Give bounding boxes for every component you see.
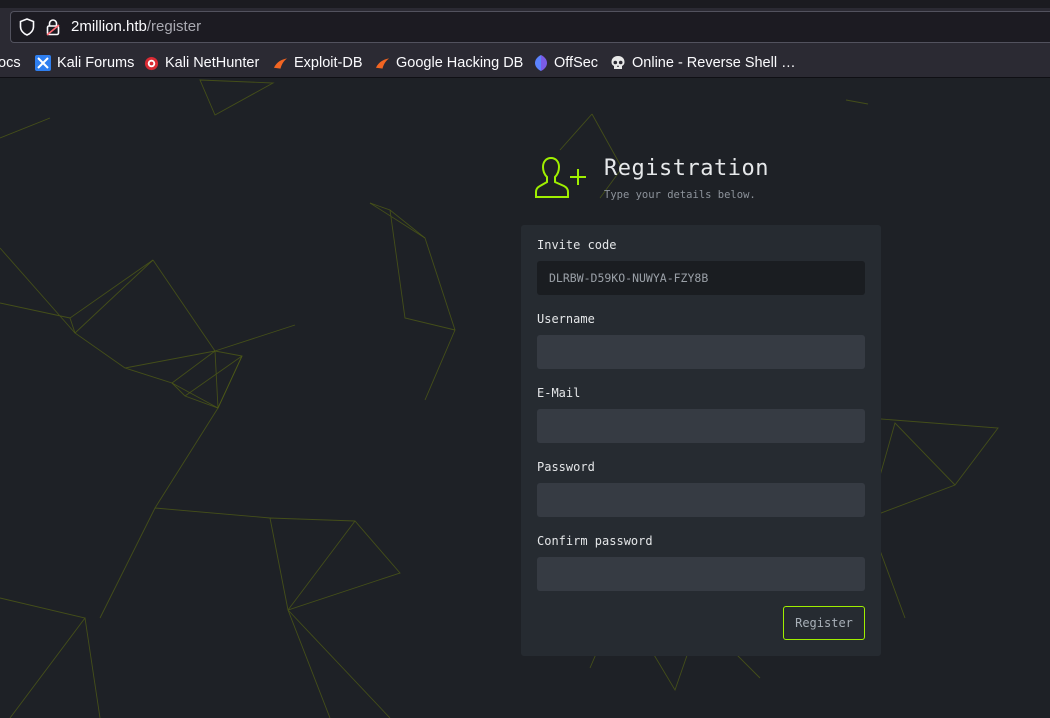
bookmark-label: Kali NetHunter [165, 55, 260, 71]
email-label: E-Mail [537, 386, 581, 400]
navigation-toolbar: 2million.htb/register [0, 8, 1050, 47]
bookmarks-toolbar: ocs Kali Forums Kali NetHunter Exploit-D… [0, 47, 1050, 78]
url-path: /register [146, 18, 202, 35]
ghdb-icon [375, 58, 390, 69]
register-button[interactable]: Register [783, 606, 865, 640]
username-field[interactable] [537, 335, 865, 369]
bookmark-offsec[interactable]: OffSec [534, 54, 598, 72]
bookmark-label: Exploit-DB [294, 55, 363, 71]
register-page: Registration Type your details below. In… [0, 78, 1050, 718]
kali-forums-icon [35, 55, 51, 71]
bookmark-docs[interactable]: ocs [0, 54, 21, 72]
bookmark-kali-forums[interactable]: Kali Forums [35, 54, 134, 72]
bookmark-label: Google Hacking DB [396, 55, 524, 71]
bookmark-label: OffSec [554, 55, 599, 71]
window-top-strip [0, 0, 1050, 8]
bookmark-kali-nethunter[interactable]: Kali NetHunter [144, 54, 259, 72]
bookmark-label: ocs [0, 55, 21, 71]
insecure-lock-icon[interactable] [45, 18, 61, 40]
password-label: Password [537, 460, 595, 474]
exploitdb-icon [273, 58, 288, 69]
password-field[interactable] [537, 483, 865, 517]
skull-icon [611, 56, 625, 69]
tracking-protection-shield-icon[interactable] [19, 18, 35, 40]
address-bar[interactable]: 2million.htb/register [10, 11, 1050, 43]
bookmark-reverse-shell[interactable]: Online - Reverse Shell … [610, 54, 796, 72]
username-label: Username [537, 312, 595, 326]
invite-code-field[interactable] [537, 261, 865, 295]
offsec-icon [535, 55, 547, 71]
registration-form: Invite code Username E-Mail Password Con… [521, 225, 881, 656]
url-text[interactable]: 2million.htb/register [71, 18, 201, 35]
add-user-icon [535, 156, 586, 198]
confirm-password-label: Confirm password [537, 534, 653, 548]
page-subtitle: Type your details below. [604, 189, 756, 201]
bookmark-google-hacking-db[interactable]: Google Hacking DB [375, 54, 523, 72]
nethunter-icon [144, 56, 159, 70]
url-host: 2million.htb [71, 18, 147, 35]
confirm-password-field[interactable] [537, 557, 865, 591]
email-field[interactable] [537, 409, 865, 443]
bookmark-label: Kali Forums [57, 55, 135, 71]
bookmark-exploit-db[interactable]: Exploit-DB [273, 54, 363, 72]
registration-header: Registration Type your details below. [534, 156, 834, 201]
invite-code-label: Invite code [537, 238, 617, 252]
bookmark-label: Online - Reverse Shell … [632, 55, 796, 71]
page-title: Registration [604, 156, 769, 181]
